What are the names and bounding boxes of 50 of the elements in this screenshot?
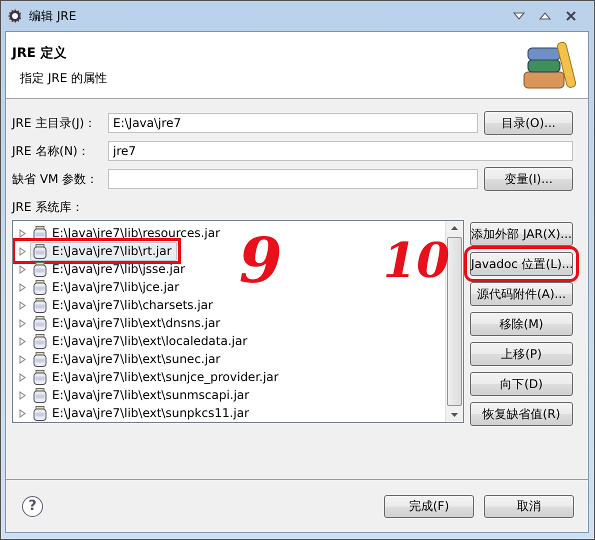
field-label: JRE 主目录(J)： — [12, 114, 98, 132]
action-button[interactable]: 源代码附件(A)... — [470, 282, 573, 306]
tree-item[interactable]: E:\Java\jre7\lib\ext\dnsns.jar — [30, 314, 226, 332]
gear-icon — [7, 8, 23, 24]
maximize-icon[interactable] — [539, 12, 551, 20]
jar-icon — [33, 406, 47, 420]
menu-icon[interactable] — [513, 12, 525, 20]
action-button[interactable]: 恢复缺省值(R) — [470, 402, 573, 426]
browse-button[interactable]: 变量(I)... — [484, 167, 573, 191]
close-icon[interactable] — [565, 10, 577, 22]
header-subtitle: 指定 JRE 的属性 — [19, 70, 108, 86]
tree-item[interactable]: E:\Java\jre7\lib\charsets.jar — [30, 296, 218, 314]
handwritten-number: 9 — [239, 225, 284, 296]
dialog-button[interactable]: 取消 — [484, 494, 574, 518]
jar-icon — [33, 298, 47, 312]
section-label: JRE 系统库： — [12, 199, 84, 216]
jar-icon — [33, 370, 47, 384]
field-label: 缺省 VM 参数： — [12, 170, 100, 188]
action-button[interactable]: 上移(P) — [470, 342, 573, 366]
jar-icon — [33, 262, 47, 276]
tree-item[interactable]: E:\Java\jre7\lib\ext\sunmscapi.jar — [30, 386, 254, 404]
jar-icon — [33, 316, 47, 330]
action-button[interactable]: 移除(M) — [470, 312, 573, 336]
text-field[interactable]: jre7 — [108, 141, 573, 161]
jar-icon — [33, 280, 47, 294]
text-field[interactable] — [108, 169, 478, 189]
scroll-up-icon[interactable] — [450, 225, 459, 231]
field-label: JRE 名称(N)： — [12, 142, 91, 160]
action-button[interactable]: 向下(D) — [470, 372, 573, 396]
dialog-button[interactable]: 完成(F) — [384, 494, 474, 518]
browse-button[interactable]: 目录(O)... — [484, 111, 573, 135]
help-button[interactable]: ? — [22, 496, 43, 516]
tree-item[interactable]: E:\Java\jre7\lib\jsse.jar — [30, 260, 190, 278]
jar-icon — [33, 244, 47, 258]
jar-icon — [33, 334, 47, 348]
window-title: 编辑 JRE — [29, 8, 76, 24]
scroll-down-icon[interactable] — [450, 412, 459, 418]
tree-item[interactable]: E:\Java\jre7\lib\ext\sunjce_provider.jar — [30, 368, 284, 386]
tree-item[interactable]: E:\Java\jre7\lib\rt.jar — [30, 242, 177, 260]
header-title: JRE 定义 — [12, 44, 68, 62]
tree-item[interactable]: E:\Java\jre7\lib\resources.jar — [30, 224, 226, 242]
action-button[interactable]: 添加外部 JAR(X)... — [470, 222, 573, 246]
tree-item[interactable]: E:\Java\jre7\lib\ext\localedata.jar — [30, 332, 252, 350]
jar-icon — [33, 388, 47, 402]
tree-item[interactable]: E:\Java\jre7\lib\jce.jar — [30, 278, 184, 296]
text-field[interactable]: E:\Java\jre7 — [108, 113, 478, 133]
handwritten-number: 10 — [383, 233, 451, 291]
tree-item[interactable]: E:\Java\jre7\lib\ext\sunpkcs11.jar — [30, 404, 254, 422]
tree-item[interactable]: E:\Java\jre7\lib\ext\sunec.jar — [30, 350, 226, 368]
jar-icon — [33, 352, 47, 366]
